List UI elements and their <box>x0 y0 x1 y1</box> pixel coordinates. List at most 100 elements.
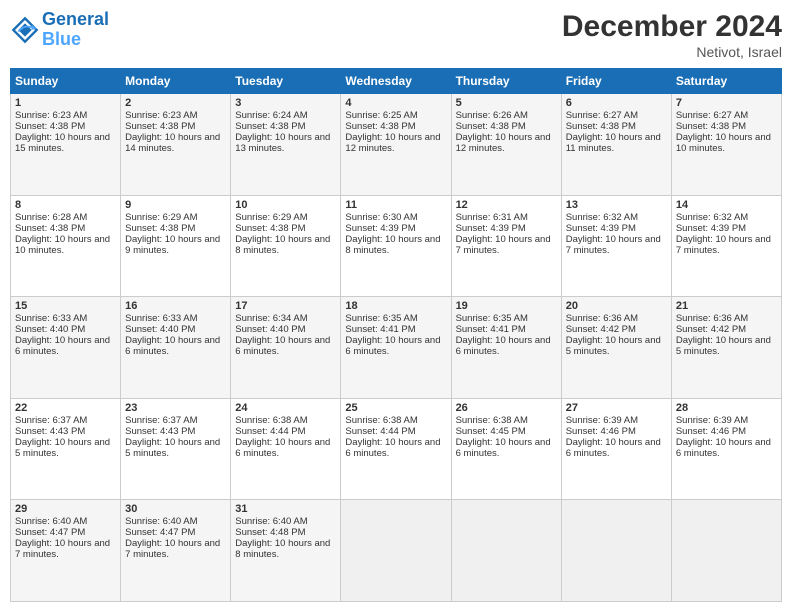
sunset-label: Sunset: 4:38 PM <box>15 223 85 234</box>
daylight-label: Daylight: 10 hours and 12 minutes. <box>345 132 440 154</box>
sunrise-label: Sunrise: 6:27 AM <box>676 110 748 121</box>
sunrise-label: Sunrise: 6:39 AM <box>566 415 638 426</box>
table-row: 5Sunrise: 6:26 AMSunset: 4:38 PMDaylight… <box>451 94 561 196</box>
daylight-label: Daylight: 10 hours and 9 minutes. <box>125 234 220 256</box>
calendar-table: Sunday Monday Tuesday Wednesday Thursday… <box>10 68 782 602</box>
col-tuesday: Tuesday <box>231 69 341 94</box>
table-row: 18Sunrise: 6:35 AMSunset: 4:41 PMDayligh… <box>341 297 451 399</box>
daylight-label: Daylight: 10 hours and 6 minutes. <box>235 335 330 357</box>
sunset-label: Sunset: 4:39 PM <box>345 223 415 234</box>
sunset-label: Sunset: 4:38 PM <box>566 121 636 132</box>
day-number: 21 <box>676 300 777 312</box>
calendar-week-row: 22Sunrise: 6:37 AMSunset: 4:43 PMDayligh… <box>11 398 782 500</box>
table-row: 26Sunrise: 6:38 AMSunset: 4:45 PMDayligh… <box>451 398 561 500</box>
sunset-label: Sunset: 4:43 PM <box>15 426 85 437</box>
sunset-label: Sunset: 4:46 PM <box>566 426 636 437</box>
sunset-label: Sunset: 4:42 PM <box>566 324 636 335</box>
sunset-label: Sunset: 4:38 PM <box>235 223 305 234</box>
day-number: 8 <box>15 199 116 211</box>
sunrise-label: Sunrise: 6:33 AM <box>15 313 87 324</box>
table-row: 4Sunrise: 6:25 AMSunset: 4:38 PMDaylight… <box>341 94 451 196</box>
col-saturday: Saturday <box>671 69 781 94</box>
table-row: 7Sunrise: 6:27 AMSunset: 4:38 PMDaylight… <box>671 94 781 196</box>
day-number: 30 <box>125 503 226 515</box>
sunset-label: Sunset: 4:46 PM <box>676 426 746 437</box>
daylight-label: Daylight: 10 hours and 13 minutes. <box>235 132 330 154</box>
daylight-label: Daylight: 10 hours and 5 minutes. <box>676 335 771 357</box>
daylight-label: Daylight: 10 hours and 5 minutes. <box>125 437 220 459</box>
sunrise-label: Sunrise: 6:28 AM <box>15 212 87 223</box>
table-row <box>671 500 781 602</box>
sunset-label: Sunset: 4:40 PM <box>235 324 305 335</box>
day-number: 6 <box>566 97 667 109</box>
table-row: 25Sunrise: 6:38 AMSunset: 4:44 PMDayligh… <box>341 398 451 500</box>
table-row: 2Sunrise: 6:23 AMSunset: 4:38 PMDaylight… <box>121 94 231 196</box>
sunrise-label: Sunrise: 6:33 AM <box>125 313 197 324</box>
col-sunday: Sunday <box>11 69 121 94</box>
sunrise-label: Sunrise: 6:27 AM <box>566 110 638 121</box>
daylight-label: Daylight: 10 hours and 6 minutes. <box>125 335 220 357</box>
calendar-header-row: Sunday Monday Tuesday Wednesday Thursday… <box>11 69 782 94</box>
logo-icon <box>10 15 40 45</box>
table-row: 12Sunrise: 6:31 AMSunset: 4:39 PMDayligh… <box>451 195 561 297</box>
sunrise-label: Sunrise: 6:35 AM <box>345 313 417 324</box>
daylight-label: Daylight: 10 hours and 6 minutes. <box>345 437 440 459</box>
location: Netivot, Israel <box>562 44 782 60</box>
daylight-label: Daylight: 10 hours and 8 minutes. <box>345 234 440 256</box>
daylight-label: Daylight: 10 hours and 7 minutes. <box>125 538 220 560</box>
day-number: 20 <box>566 300 667 312</box>
month-title: December 2024 <box>562 10 782 44</box>
table-row: 20Sunrise: 6:36 AMSunset: 4:42 PMDayligh… <box>561 297 671 399</box>
table-row: 24Sunrise: 6:38 AMSunset: 4:44 PMDayligh… <box>231 398 341 500</box>
day-number: 28 <box>676 402 777 414</box>
sunset-label: Sunset: 4:48 PM <box>235 527 305 538</box>
calendar-week-row: 15Sunrise: 6:33 AMSunset: 4:40 PMDayligh… <box>11 297 782 399</box>
sunrise-label: Sunrise: 6:30 AM <box>345 212 417 223</box>
sunrise-label: Sunrise: 6:40 AM <box>125 516 197 527</box>
sunrise-label: Sunrise: 6:23 AM <box>125 110 197 121</box>
daylight-label: Daylight: 10 hours and 7 minutes. <box>566 234 661 256</box>
sunrise-label: Sunrise: 6:38 AM <box>456 415 528 426</box>
title-block: December 2024 Netivot, Israel <box>562 10 782 60</box>
daylight-label: Daylight: 10 hours and 6 minutes. <box>15 335 110 357</box>
sunset-label: Sunset: 4:38 PM <box>676 121 746 132</box>
table-row: 8Sunrise: 6:28 AMSunset: 4:38 PMDaylight… <box>11 195 121 297</box>
logo-text: General Blue <box>42 10 109 50</box>
day-number: 15 <box>15 300 116 312</box>
day-number: 13 <box>566 199 667 211</box>
col-thursday: Thursday <box>451 69 561 94</box>
sunset-label: Sunset: 4:39 PM <box>566 223 636 234</box>
day-number: 11 <box>345 199 446 211</box>
sunrise-label: Sunrise: 6:38 AM <box>345 415 417 426</box>
sunrise-label: Sunrise: 6:38 AM <box>235 415 307 426</box>
daylight-label: Daylight: 10 hours and 6 minutes. <box>566 437 661 459</box>
sunset-label: Sunset: 4:38 PM <box>345 121 415 132</box>
sunrise-label: Sunrise: 6:24 AM <box>235 110 307 121</box>
day-number: 9 <box>125 199 226 211</box>
daylight-label: Daylight: 10 hours and 5 minutes. <box>15 437 110 459</box>
day-number: 18 <box>345 300 446 312</box>
table-row: 13Sunrise: 6:32 AMSunset: 4:39 PMDayligh… <box>561 195 671 297</box>
table-row: 27Sunrise: 6:39 AMSunset: 4:46 PMDayligh… <box>561 398 671 500</box>
day-number: 3 <box>235 97 336 109</box>
sunset-label: Sunset: 4:40 PM <box>15 324 85 335</box>
sunrise-label: Sunrise: 6:35 AM <box>456 313 528 324</box>
table-row: 30Sunrise: 6:40 AMSunset: 4:47 PMDayligh… <box>121 500 231 602</box>
table-row: 31Sunrise: 6:40 AMSunset: 4:48 PMDayligh… <box>231 500 341 602</box>
day-number: 1 <box>15 97 116 109</box>
daylight-label: Daylight: 10 hours and 6 minutes. <box>345 335 440 357</box>
calendar-week-row: 8Sunrise: 6:28 AMSunset: 4:38 PMDaylight… <box>11 195 782 297</box>
table-row <box>561 500 671 602</box>
day-number: 24 <box>235 402 336 414</box>
day-number: 17 <box>235 300 336 312</box>
table-row: 16Sunrise: 6:33 AMSunset: 4:40 PMDayligh… <box>121 297 231 399</box>
sunrise-label: Sunrise: 6:29 AM <box>235 212 307 223</box>
sunset-label: Sunset: 4:45 PM <box>456 426 526 437</box>
sunset-label: Sunset: 4:38 PM <box>235 121 305 132</box>
daylight-label: Daylight: 10 hours and 5 minutes. <box>566 335 661 357</box>
table-row <box>341 500 451 602</box>
daylight-label: Daylight: 10 hours and 15 minutes. <box>15 132 110 154</box>
sunrise-label: Sunrise: 6:25 AM <box>345 110 417 121</box>
daylight-label: Daylight: 10 hours and 6 minutes. <box>456 437 551 459</box>
sunrise-label: Sunrise: 6:37 AM <box>15 415 87 426</box>
